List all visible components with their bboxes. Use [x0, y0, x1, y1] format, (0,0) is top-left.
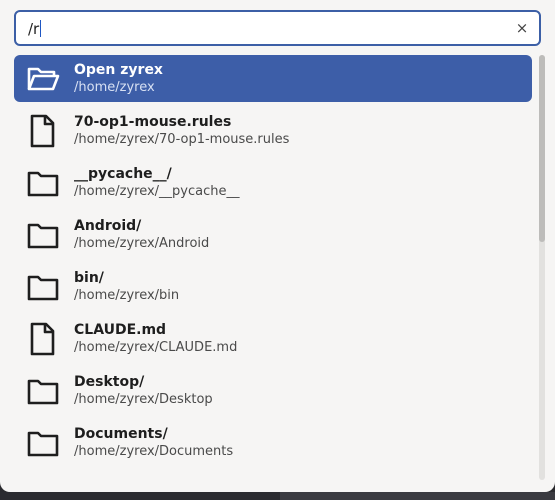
result-title: 70-op1-mouse.rules	[74, 114, 232, 130]
folder-open-icon	[26, 61, 60, 97]
file-icon	[26, 321, 60, 357]
result-title: Android/	[74, 218, 142, 234]
result-path: /home/zyrex	[74, 80, 155, 95]
result-row-4[interactable]: bin/ /home/zyrex/bin	[14, 263, 532, 310]
result-row-5[interactable]: CLAUDE.md /home/zyrex/CLAUDE.md	[14, 315, 532, 362]
taskbar-segment	[280, 492, 555, 500]
result-title: CLAUDE.md	[74, 322, 167, 338]
result-path: /home/zyrex/__pycache__	[74, 184, 240, 199]
result-path: /home/zyrex/Desktop	[74, 392, 213, 407]
folder-icon	[26, 373, 60, 409]
text-caret	[40, 20, 42, 37]
result-title: Documents/	[74, 426, 168, 442]
result-row-1[interactable]: 70-op1-mouse.rules /home/zyrex/70-op1-mo…	[14, 107, 532, 154]
folder-icon	[26, 217, 60, 253]
taskbar-edge	[0, 492, 555, 500]
folder-icon	[26, 269, 60, 305]
result-path: /home/zyrex/CLAUDE.md	[74, 340, 238, 355]
search-input[interactable]: /r	[28, 20, 42, 38]
result-title: Open zyrex	[74, 62, 163, 78]
results-list: Open zyrex /home/zyrex 70-op1-mouse.rule…	[14, 55, 532, 471]
file-icon	[26, 113, 60, 149]
result-title: __pycache__/	[74, 166, 172, 182]
result-path: /home/zyrex/Documents	[74, 444, 234, 459]
scrollbar-thumb[interactable]	[539, 55, 545, 242]
result-title: Desktop/	[74, 374, 145, 390]
file-picker-popup: /r × Open zyrex /home/zyrex 70-op1-mouse…	[0, 0, 555, 492]
folder-icon	[26, 425, 60, 461]
result-row-3[interactable]: Android/ /home/zyrex/Android	[14, 211, 532, 258]
vertical-scrollbar[interactable]	[539, 55, 545, 480]
result-row-2[interactable]: __pycache__/ /home/zyrex/__pycache__	[14, 159, 532, 206]
result-path: /home/zyrex/Android	[74, 236, 210, 251]
result-path: /home/zyrex/70-op1-mouse.rules	[74, 132, 290, 147]
search-field[interactable]: /r ×	[14, 10, 541, 46]
result-row-7[interactable]: Documents/ /home/zyrex/Documents	[14, 419, 532, 466]
result-row-6[interactable]: Desktop/ /home/zyrex/Desktop	[14, 367, 532, 414]
result-row-0[interactable]: Open zyrex /home/zyrex	[14, 55, 532, 102]
folder-icon	[26, 165, 60, 201]
result-path: /home/zyrex/bin	[74, 288, 180, 303]
close-icon[interactable]: ×	[513, 19, 531, 37]
result-title: bin/	[74, 270, 104, 286]
